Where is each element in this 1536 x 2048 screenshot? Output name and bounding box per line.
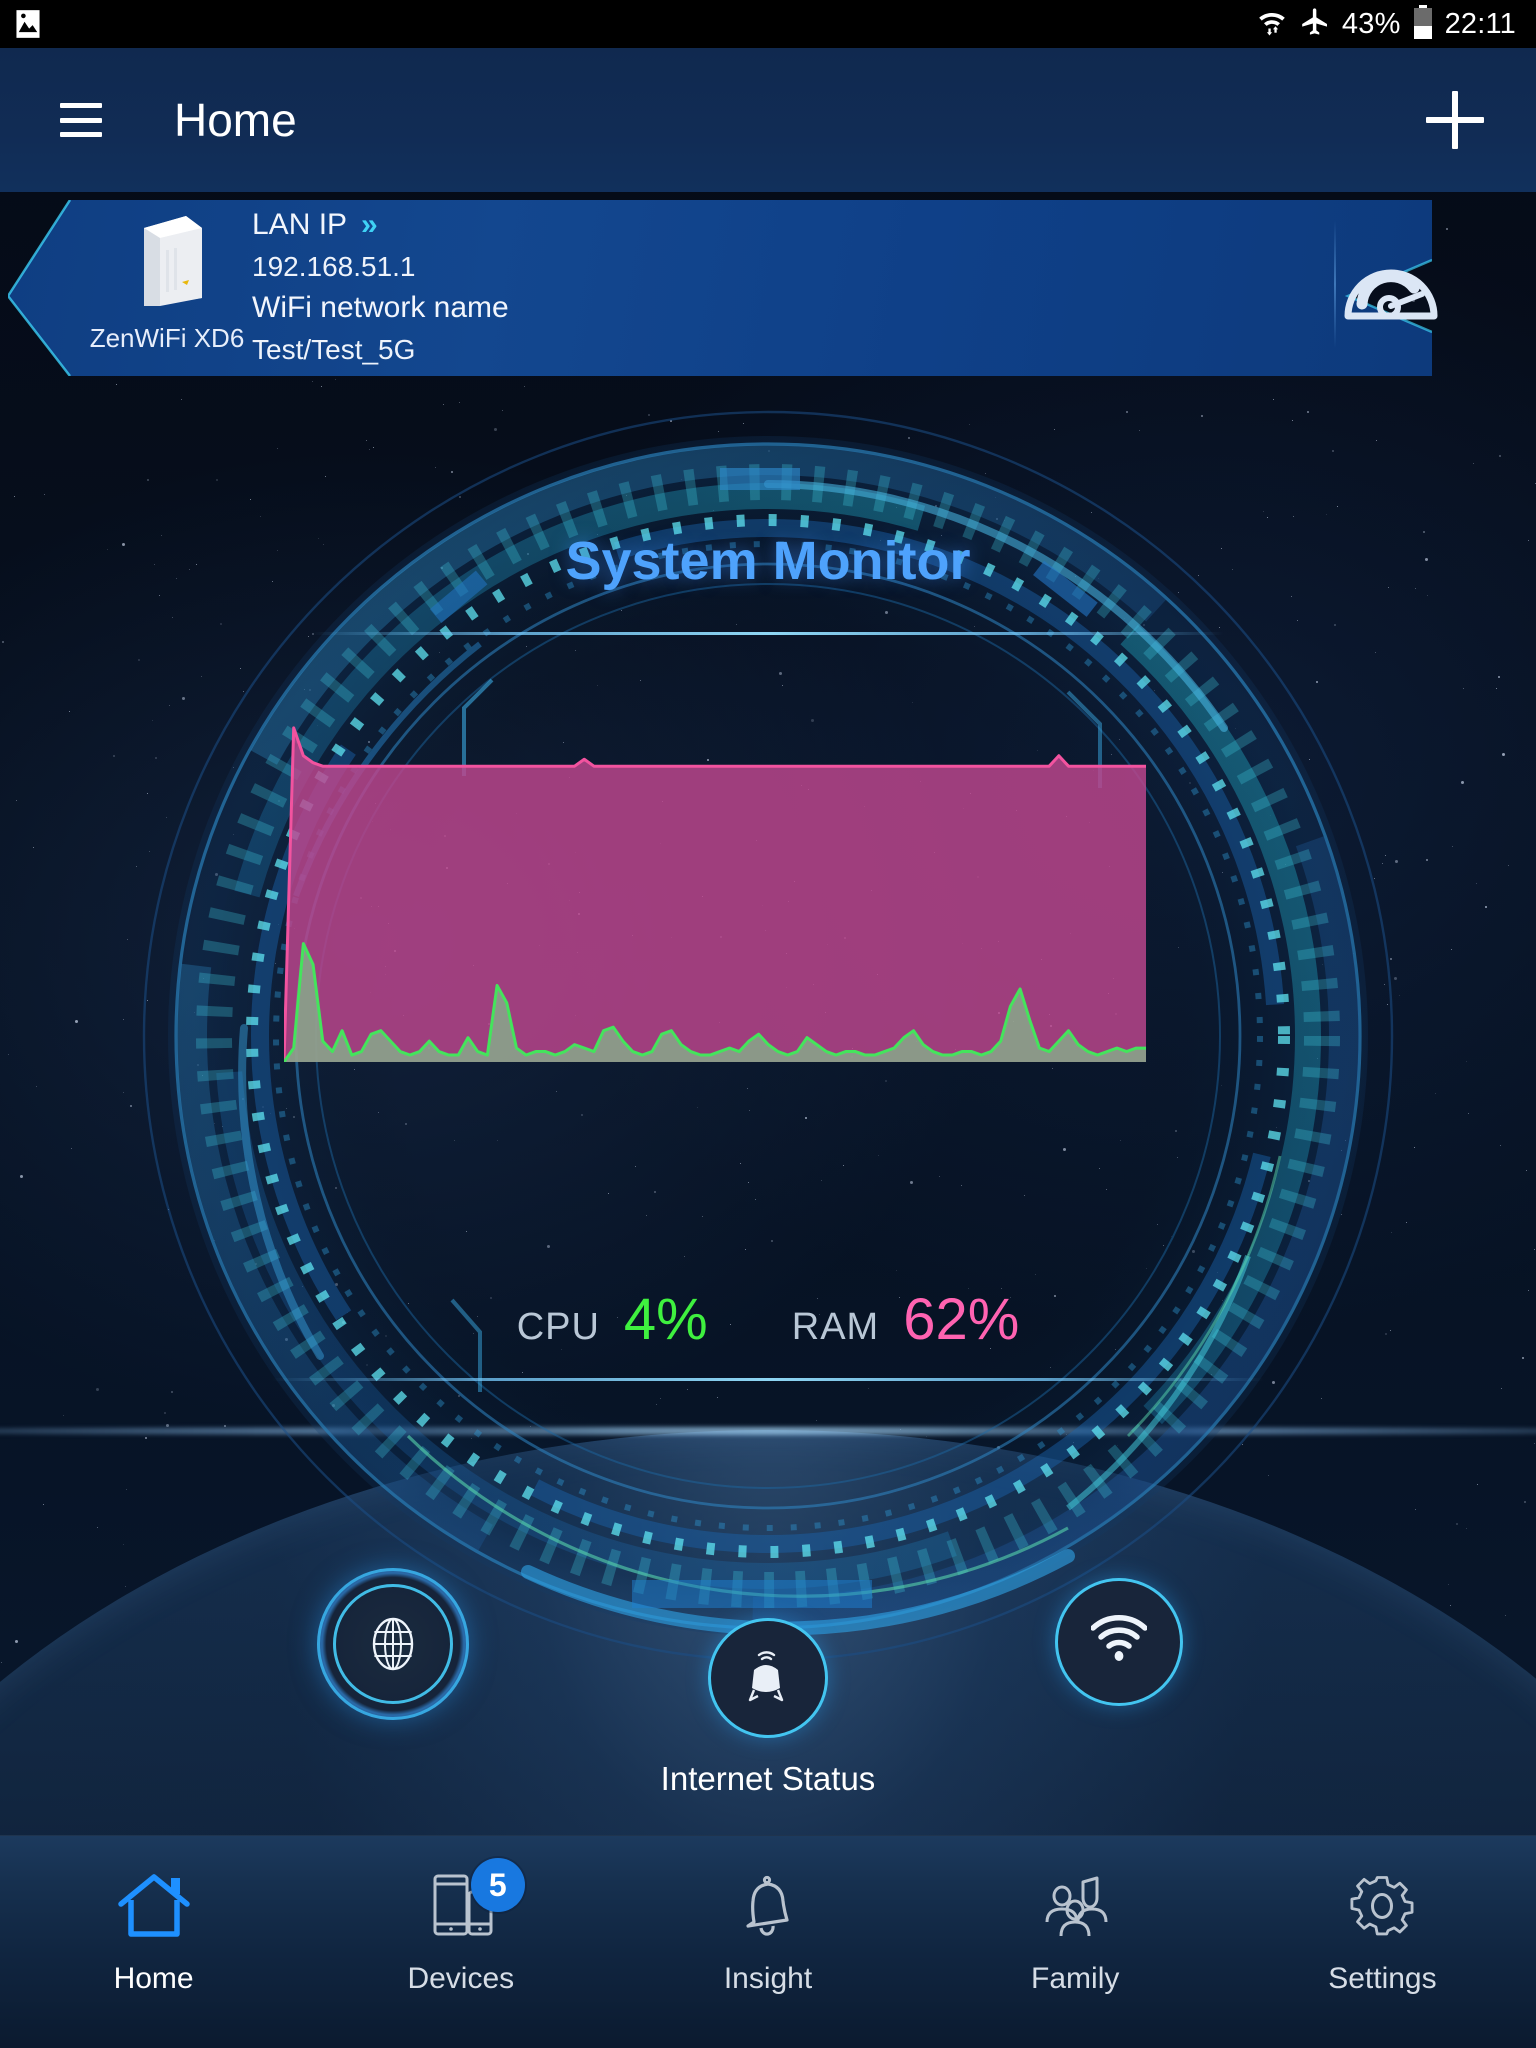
- plus-icon[interactable]: [1426, 91, 1484, 149]
- mesh-node-icon: [740, 1650, 796, 1706]
- clock-time: 22:11: [1444, 7, 1516, 40]
- mesh-node-button[interactable]: [708, 1618, 828, 1738]
- chevron-right-icon[interactable]: »: [361, 208, 378, 242]
- wifi-signal-icon: [1090, 1614, 1148, 1670]
- page-title: Home: [174, 94, 297, 146]
- nav-label-family: Family: [1031, 1962, 1120, 1995]
- nav-label-home: Home: [113, 1962, 194, 1995]
- globe-icon: [365, 1616, 421, 1672]
- wifi-transfer-icon: [1256, 6, 1288, 43]
- router-device-icon: [120, 206, 214, 319]
- lan-ip-value: 192.168.51.1: [252, 250, 416, 282]
- internet-globe-button[interactable]: [317, 1568, 469, 1720]
- wifi-name-label: WiFi network name: [252, 291, 509, 325]
- nav-item-home[interactable]: Home: [0, 1836, 307, 2048]
- banner-divider: [1334, 220, 1336, 348]
- image-icon: [14, 9, 42, 39]
- internet-status-label: Internet Status: [660, 1760, 876, 1797]
- status-circle-row: [0, 1566, 1536, 1766]
- battery-icon: [1412, 4, 1434, 44]
- devices-badge: 5: [470, 1858, 525, 1912]
- bottom-navigation: Home 5 Devices Insight Family Settings: [0, 1835, 1536, 2048]
- router-device: ZenWiFi XD6: [74, 206, 260, 356]
- bell-icon: [730, 1868, 806, 1944]
- family-icon: [1037, 1868, 1113, 1944]
- router-name: ZenWiFi XD6: [89, 323, 245, 353]
- wifi-name-value: Test/Test_5G: [252, 334, 416, 366]
- hud-ring-graphic: [128, 396, 1408, 1676]
- speedometer-icon[interactable]: [1342, 242, 1440, 322]
- gear-icon: [1344, 1868, 1420, 1944]
- nav-item-family[interactable]: Family: [922, 1836, 1229, 2048]
- home-icon: [116, 1868, 192, 1944]
- status-bar: 43% 22:11: [0, 0, 1536, 48]
- app-header: Home: [0, 48, 1536, 192]
- nav-label-settings: Settings: [1328, 1962, 1437, 1995]
- nav-item-devices[interactable]: 5 Devices: [307, 1836, 614, 2048]
- nav-item-settings[interactable]: Settings: [1229, 1836, 1536, 2048]
- airplane-mode-icon: [1299, 6, 1331, 43]
- wifi-status-button[interactable]: [1055, 1578, 1183, 1706]
- nav-label-insight: Insight: [723, 1962, 813, 1995]
- hamburger-menu-icon[interactable]: [60, 103, 102, 137]
- router-banner[interactable]: ZenWiFi XD6 LAN IP » 192.168.51.1 WiFi n…: [0, 192, 1536, 384]
- lan-ip-label: LAN IP: [252, 208, 348, 241]
- nav-item-insight[interactable]: Insight: [614, 1836, 921, 2048]
- banner-info: LAN IP » 192.168.51.1 WiFi network name …: [252, 204, 509, 371]
- battery-percent: 43%: [1341, 7, 1401, 40]
- nav-label-devices: Devices: [407, 1962, 515, 1995]
